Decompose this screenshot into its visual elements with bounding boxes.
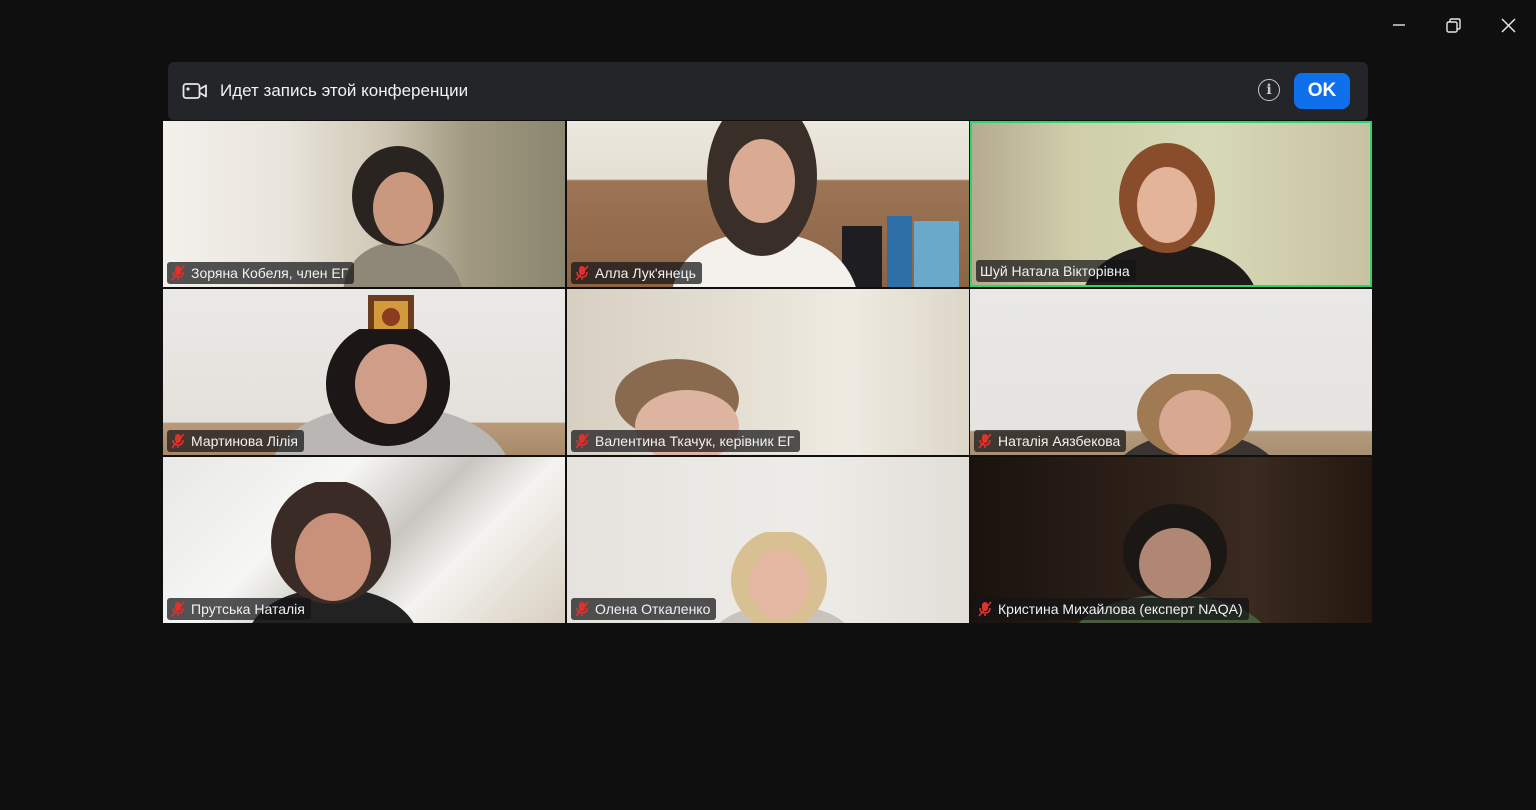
participant-name: Зоряна Кобеля, член ЕГ — [191, 265, 349, 281]
muted-mic-icon — [171, 601, 185, 617]
participant-name-tag: Зоряна Кобеля, член ЕГ — [167, 262, 355, 284]
recording-banner: Идет запись этой конференции i OK — [168, 62, 1368, 120]
participant-tile[interactable]: Зоряна Кобеля, член ЕГ — [163, 121, 565, 287]
meeting-gallery-view: Идет запись этой конференции i OK Зоряна… — [163, 62, 1373, 743]
participant-name: Кристина Михайлова (експерт NAQA) — [998, 601, 1243, 617]
participant-tile[interactable]: Олена Откаленко — [567, 457, 969, 623]
participant-name: Шуй Натала Вікторівна — [980, 263, 1130, 279]
participant-tile[interactable]: Мартинова Лілія — [163, 289, 565, 455]
participant-video — [719, 532, 845, 623]
participant-name-tag: Алла Лук'янець — [571, 262, 702, 284]
close-icon — [1501, 17, 1516, 33]
participant-name: Прутська Наталія — [191, 601, 305, 617]
participant-tile-active-speaker[interactable]: Шуй Натала Вікторівна — [970, 121, 1372, 287]
participant-tile[interactable]: Валентина Ткачук, керівник ЕГ — [567, 289, 969, 455]
participant-name-tag: Прутська Наталія — [167, 598, 311, 620]
participant-name-tag: Наталія Аязбекова — [974, 430, 1127, 452]
muted-mic-icon — [575, 433, 589, 449]
recording-camera-icon — [182, 80, 210, 102]
participant-tile[interactable]: Алла Лук'янець — [567, 121, 969, 287]
participant-name: Олена Откаленко — [595, 601, 711, 617]
muted-mic-icon — [171, 265, 185, 281]
participant-name: Валентина Ткачук, керівник ЕГ — [595, 433, 795, 449]
info-icon[interactable]: i — [1258, 79, 1280, 101]
participant-tile[interactable]: Кристина Михайлова (експерт NAQA) — [970, 457, 1372, 623]
muted-mic-icon — [978, 433, 992, 449]
muted-mic-icon — [575, 601, 589, 617]
video-grid: Зоряна Кобеля, член ЕГ Алла Лук'янець Шу… — [163, 121, 1373, 743]
participant-name: Мартинова Лілія — [191, 433, 298, 449]
restore-icon — [1446, 17, 1461, 33]
participant-tile[interactable]: Прутська Наталія — [163, 457, 565, 623]
muted-mic-icon — [978, 601, 992, 617]
restore-button[interactable] — [1426, 0, 1481, 50]
participant-name-tag: Валентина Ткачук, керівник ЕГ — [571, 430, 801, 452]
ok-button[interactable]: OK — [1294, 73, 1350, 109]
muted-mic-icon — [171, 433, 185, 449]
participant-name-tag: Кристина Михайлова (експерт NAQA) — [974, 598, 1249, 620]
minimize-button[interactable] — [1371, 0, 1426, 50]
participant-video — [1124, 374, 1269, 455]
participant-name: Наталія Аязбекова — [998, 433, 1121, 449]
minimize-icon — [1392, 24, 1405, 26]
close-button[interactable] — [1481, 0, 1536, 50]
muted-mic-icon — [575, 265, 589, 281]
participant-name-tag: Шуй Натала Вікторівна — [976, 260, 1136, 282]
participant-name: Алла Лук'янець — [595, 265, 696, 281]
window-controls — [1371, 0, 1536, 50]
participant-name-tag: Олена Откаленко — [571, 598, 717, 620]
recording-banner-text: Идет запись этой конференции — [220, 81, 469, 100]
participant-name-tag: Мартинова Лілія — [167, 430, 304, 452]
participant-tile[interactable]: Наталія Аязбекова — [970, 289, 1372, 455]
